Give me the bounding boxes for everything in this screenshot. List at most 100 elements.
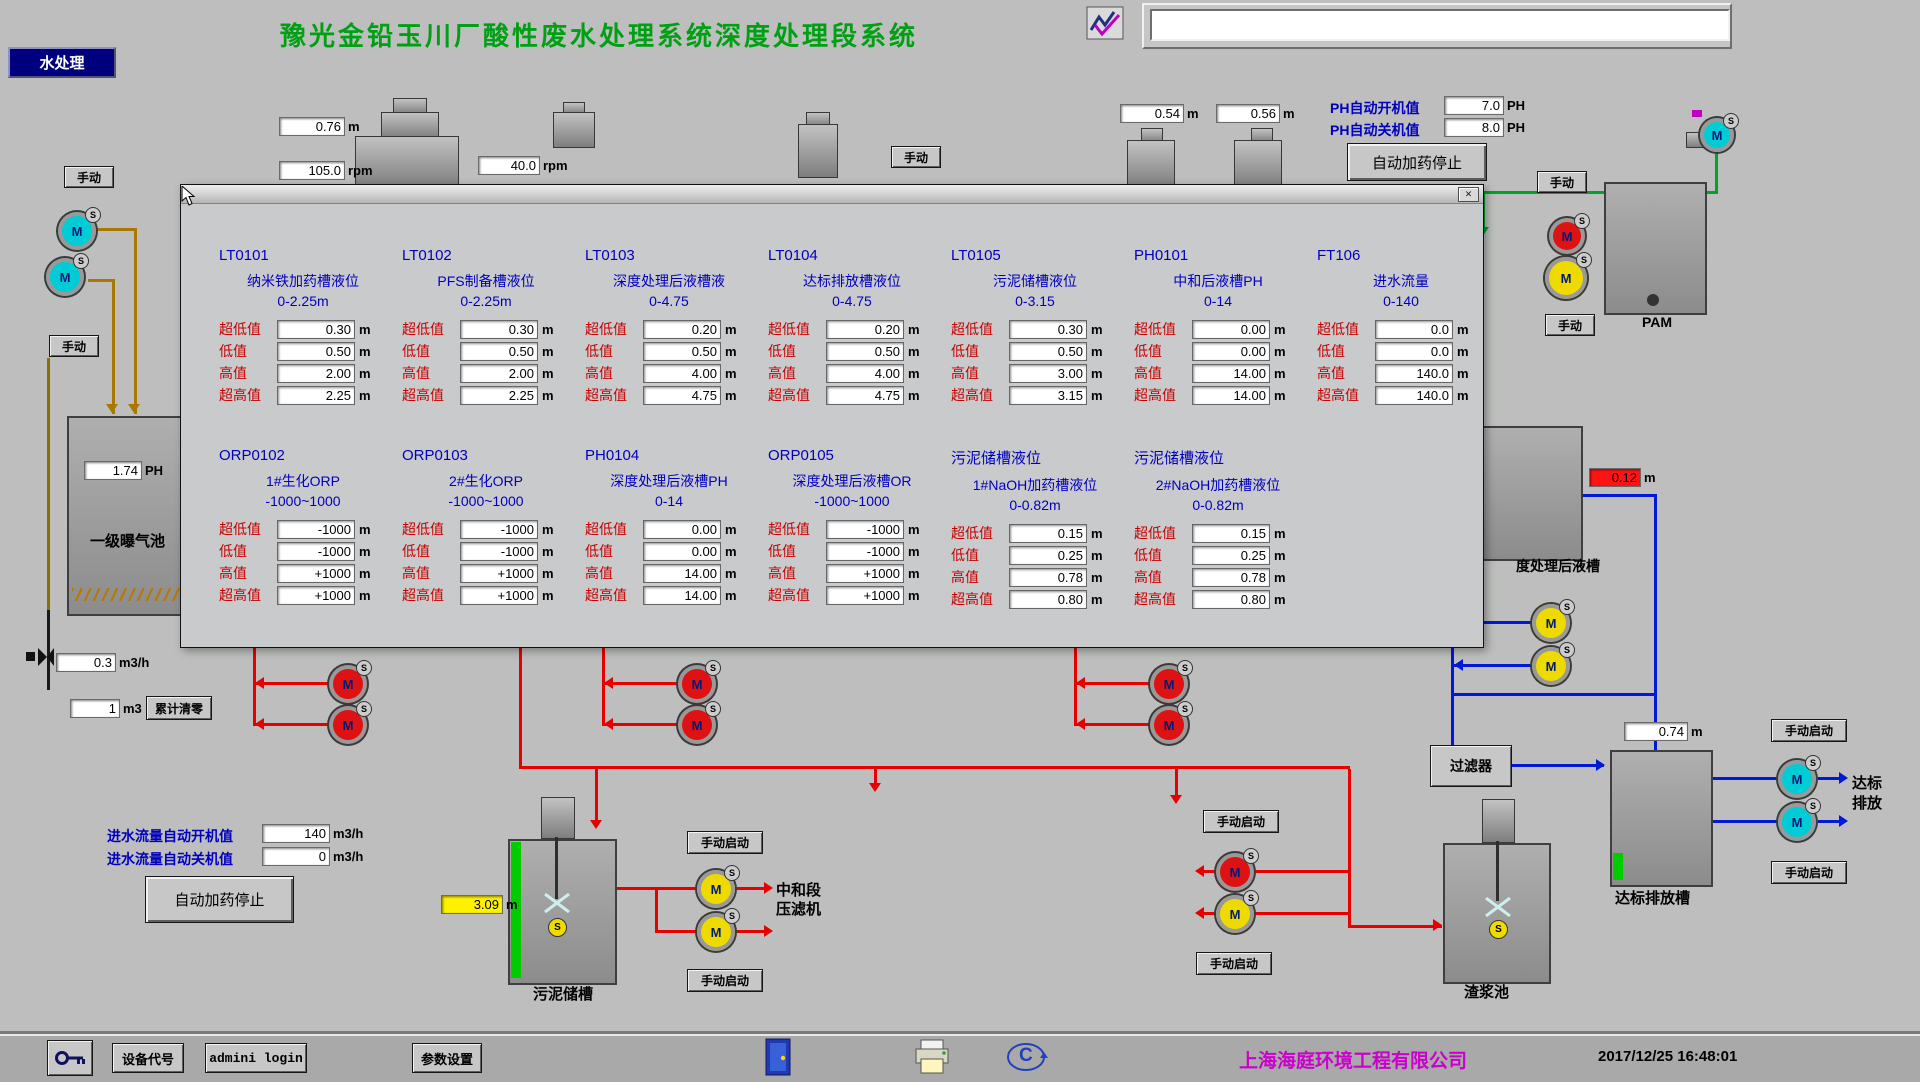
- pump-icon[interactable]: MS: [1150, 665, 1188, 703]
- tab-water-treatment[interactable]: 水处理: [8, 47, 116, 78]
- limit-value-field[interactable]: 14.00: [643, 564, 721, 583]
- limit-value-field[interactable]: 0.50: [643, 342, 721, 361]
- limit-value-field[interactable]: -1000: [826, 542, 904, 561]
- settings-button[interactable]: 参数设置: [412, 1043, 482, 1073]
- pump-icon[interactable]: MS: [58, 212, 96, 250]
- limit-value-field[interactable]: +1000: [826, 564, 904, 583]
- manual-start-button[interactable]: 手动启动: [687, 969, 763, 992]
- setpoint-field[interactable]: 7.0: [1444, 96, 1504, 115]
- pump-icon[interactable]: MS: [1700, 118, 1734, 152]
- limit-value-field[interactable]: -1000: [277, 520, 355, 539]
- limit-value-field[interactable]: 0.20: [643, 320, 721, 339]
- pump-icon[interactable]: MS: [1216, 853, 1254, 891]
- manual-start-button[interactable]: 手动启动: [1203, 810, 1279, 833]
- trend-icon[interactable]: [1086, 6, 1124, 45]
- limit-value-field[interactable]: 14.00: [1192, 364, 1270, 383]
- alarm-banner-field[interactable]: [1150, 9, 1730, 41]
- limit-value-field[interactable]: 2.25: [460, 386, 538, 405]
- limit-value-field[interactable]: 2.00: [460, 364, 538, 383]
- pump-icon[interactable]: MS: [1549, 218, 1585, 254]
- limit-value-field[interactable]: 0.00: [643, 520, 721, 539]
- limit-value-field[interactable]: 0.25: [1009, 546, 1087, 565]
- pump-icon[interactable]: MS: [1545, 257, 1587, 299]
- manual-start-button[interactable]: 手动启动: [1771, 861, 1847, 884]
- pump-icon[interactable]: MS: [1778, 760, 1816, 798]
- pump-icon[interactable]: MS: [697, 870, 735, 908]
- pump-icon[interactable]: MS: [1216, 895, 1254, 933]
- limit-value-field[interactable]: 0.30: [277, 320, 355, 339]
- limit-value-field[interactable]: 140.0: [1375, 364, 1453, 383]
- limit-value-field[interactable]: 0.15: [1009, 524, 1087, 543]
- manual-button[interactable]: 手动: [1537, 171, 1587, 193]
- pump-icon[interactable]: MS: [329, 665, 367, 703]
- limit-value-field[interactable]: +1000: [277, 564, 355, 583]
- manual-start-button[interactable]: 手动启动: [1771, 719, 1847, 742]
- exit-button[interactable]: [762, 1037, 794, 1082]
- print-button[interactable]: [913, 1039, 951, 1080]
- limit-value-field[interactable]: 0.50: [826, 342, 904, 361]
- device-code-button[interactable]: 设备代号: [112, 1043, 184, 1073]
- pump-icon[interactable]: MS: [1150, 706, 1188, 744]
- limit-value-field[interactable]: 2.25: [277, 386, 355, 405]
- pump-icon[interactable]: MS: [678, 665, 716, 703]
- limit-value-field[interactable]: -1000: [460, 542, 538, 561]
- manual-button[interactable]: 手动: [891, 146, 941, 168]
- limit-value-field[interactable]: 3.15: [1009, 386, 1087, 405]
- manual-start-button[interactable]: 手动启动: [687, 831, 763, 854]
- limit-value-field[interactable]: 0.00: [1192, 342, 1270, 361]
- limit-value-field[interactable]: 14.00: [1192, 386, 1270, 405]
- limit-value-field[interactable]: +1000: [460, 586, 538, 605]
- limit-value-field[interactable]: 3.00: [1009, 364, 1087, 383]
- setpoint-field[interactable]: 140: [262, 824, 330, 843]
- limit-value-field[interactable]: 0.50: [1009, 342, 1087, 361]
- close-icon[interactable]: ✕: [1458, 187, 1479, 202]
- limit-value-field[interactable]: 4.75: [826, 386, 904, 405]
- auto-dose-stop-button[interactable]: 自动加药停止: [145, 876, 294, 923]
- limit-value-field[interactable]: -1000: [460, 520, 538, 539]
- limit-value-field[interactable]: 0.20: [826, 320, 904, 339]
- limit-value-field[interactable]: 4.75: [643, 386, 721, 405]
- limit-value-field[interactable]: 140.0: [1375, 386, 1453, 405]
- limit-value-field[interactable]: +1000: [460, 564, 538, 583]
- limit-value-field[interactable]: 4.00: [826, 364, 904, 383]
- limit-value-field[interactable]: +1000: [826, 586, 904, 605]
- setpoint-field[interactable]: 8.0: [1444, 118, 1504, 137]
- limit-value-field[interactable]: 0.50: [460, 342, 538, 361]
- limit-value-field[interactable]: 0.00: [1192, 320, 1270, 339]
- limit-value-field[interactable]: 0.0: [1375, 320, 1453, 339]
- limit-value-field[interactable]: 0.30: [1009, 320, 1087, 339]
- limit-value-field[interactable]: 14.00: [643, 586, 721, 605]
- limit-value-field[interactable]: 0.50: [277, 342, 355, 361]
- pump-icon[interactable]: MS: [1532, 647, 1570, 685]
- manual-button[interactable]: 手动: [1545, 314, 1595, 336]
- limit-value-field[interactable]: 0.80: [1192, 590, 1270, 609]
- limit-value-field[interactable]: -1000: [277, 542, 355, 561]
- limit-value-field[interactable]: 0.25: [1192, 546, 1270, 565]
- login-button[interactable]: admini login: [205, 1043, 307, 1073]
- pump-icon[interactable]: MS: [678, 706, 716, 744]
- limit-value-field[interactable]: 2.00: [277, 364, 355, 383]
- pump-icon[interactable]: MS: [697, 913, 735, 951]
- limit-value-field[interactable]: 0.00: [643, 542, 721, 561]
- pump-icon[interactable]: MS: [329, 706, 367, 744]
- pump-icon[interactable]: MS: [1532, 604, 1570, 642]
- refresh-button[interactable]: C: [1004, 1038, 1048, 1076]
- pump-icon[interactable]: MS: [46, 258, 84, 296]
- valve-icon[interactable]: [26, 648, 54, 671]
- setpoint-field[interactable]: 0: [262, 847, 330, 866]
- limit-value-field[interactable]: 0.30: [460, 320, 538, 339]
- limit-value-field[interactable]: 0.78: [1009, 568, 1087, 587]
- auto-dose-stop-button[interactable]: 自动加药停止: [1347, 143, 1487, 181]
- pump-icon[interactable]: MS: [1778, 803, 1816, 841]
- limit-value-field[interactable]: 0.78: [1192, 568, 1270, 587]
- limit-value-field[interactable]: -1000: [826, 520, 904, 539]
- limit-value-field[interactable]: 0.0: [1375, 342, 1453, 361]
- manual-button[interactable]: 手动: [64, 166, 114, 188]
- limit-value-field[interactable]: 0.80: [1009, 590, 1087, 609]
- dialog-titlebar[interactable]: ✕: [181, 185, 1483, 204]
- reset-total-button[interactable]: 累计清零: [146, 696, 212, 720]
- limit-value-field[interactable]: +1000: [277, 586, 355, 605]
- manual-start-button[interactable]: 手动启动: [1196, 952, 1272, 975]
- limit-value-field[interactable]: 4.00: [643, 364, 721, 383]
- limit-value-field[interactable]: 0.15: [1192, 524, 1270, 543]
